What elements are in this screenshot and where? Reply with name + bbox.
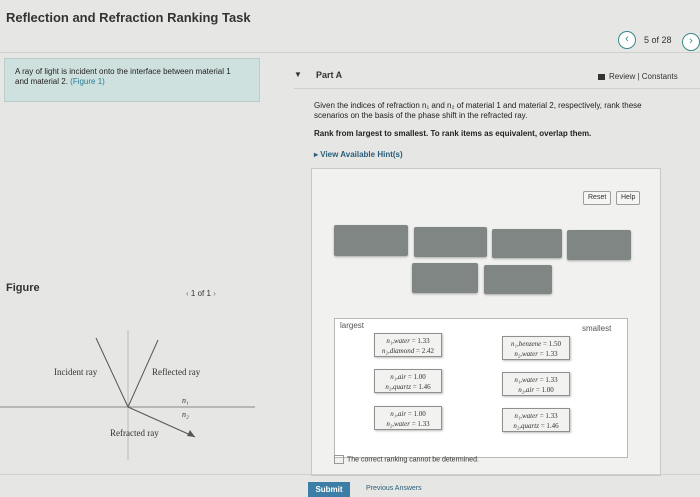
review-icon	[598, 73, 605, 80]
ranking-card[interactable]: n₁,benzene = 1.50 n₂,water = 1.33	[502, 336, 570, 360]
intro-box: A ray of light is incident onto the inte…	[4, 58, 260, 102]
chevron-left-icon[interactable]: ‹	[618, 31, 636, 49]
checkbox[interactable]	[334, 455, 344, 464]
n1-label: n₁	[182, 396, 189, 405]
refracted-ray-label: Refracted ray	[110, 428, 159, 438]
incident-ray	[95, 337, 129, 408]
view-hints-link[interactable]: ▸ View Available Hint(s)	[314, 150, 403, 159]
figure-label: Figure	[6, 282, 40, 294]
figure-count: 1 of 1	[190, 289, 211, 298]
review-label[interactable]: Review | Constants	[609, 72, 678, 81]
refraction-diagram	[0, 330, 255, 460]
ranking-card[interactable]: n₁,water = 1.33 n₂,air = 1.00	[502, 372, 570, 396]
previous-answers-link[interactable]: Previous Answers	[366, 485, 422, 492]
divider	[0, 52, 700, 53]
incident-ray-label: Incident ray	[54, 367, 98, 377]
reflected-ray-label: Reflected ray	[152, 367, 201, 377]
help-button[interactable]: Help	[616, 191, 641, 205]
empty-drop-slot[interactable]	[484, 265, 552, 294]
divider	[0, 474, 700, 475]
figure-nav: ‹ 1 of 1 ›	[186, 289, 216, 298]
submit-button[interactable]: Submit	[308, 482, 350, 497]
question-line: Given the indices of refraction n₁ and n…	[314, 101, 642, 110]
chevron-right-icon[interactable]: ›	[682, 33, 700, 51]
ranking-card[interactable]: n₁,water = 1.33 n₂,quartz = 1.46	[502, 408, 570, 432]
smallest-label: smallest	[582, 324, 612, 333]
figure-link[interactable]: (Figure 1)	[70, 77, 105, 86]
empty-drop-slot[interactable]	[414, 227, 487, 257]
empty-drop-slot[interactable]	[567, 230, 631, 260]
review-constants-link[interactable]: Review | Constants	[598, 72, 678, 81]
question-line: scenarios on the basis of the phase shif…	[314, 111, 528, 120]
hints-label[interactable]: View Available Hint(s)	[320, 150, 402, 159]
cannot-determine-label: The correct ranking cannot be determined…	[347, 456, 479, 464]
cannot-determine-option[interactable]: The correct ranking cannot be determined…	[334, 455, 479, 464]
ranking-card[interactable]: n₁,air = 1.00 n₂,water = 1.33	[374, 406, 442, 430]
ranking-card[interactable]: n₁,air = 1.00 n₂,quartz = 1.46	[374, 369, 442, 393]
empty-drop-slot[interactable]	[334, 225, 408, 256]
divider	[294, 88, 700, 89]
intro-text: A ray of light is incident onto the inte…	[15, 67, 231, 86]
page-title: Reflection and Refraction Ranking Task	[6, 10, 251, 25]
largest-label: largest	[340, 321, 365, 330]
chevron-right-icon[interactable]: ›	[213, 289, 216, 298]
ranking-card[interactable]: n₁,water = 1.33 n₂,diamond = 2.42	[374, 333, 442, 357]
item-count: 5 of 28	[644, 35, 672, 45]
collapse-arrow-icon[interactable]: ▼	[294, 70, 302, 79]
empty-drop-slot[interactable]	[492, 229, 562, 258]
part-label: Part A	[316, 70, 343, 80]
question-text: Given the indices of refraction n₁ and n…	[314, 101, 684, 121]
n2-label: n₂	[182, 410, 189, 419]
reset-button[interactable]: Reset	[583, 191, 612, 205]
empty-drop-slot[interactable]	[412, 263, 478, 293]
instruction-text: Rank from largest to smallest. To rank i…	[314, 129, 592, 138]
